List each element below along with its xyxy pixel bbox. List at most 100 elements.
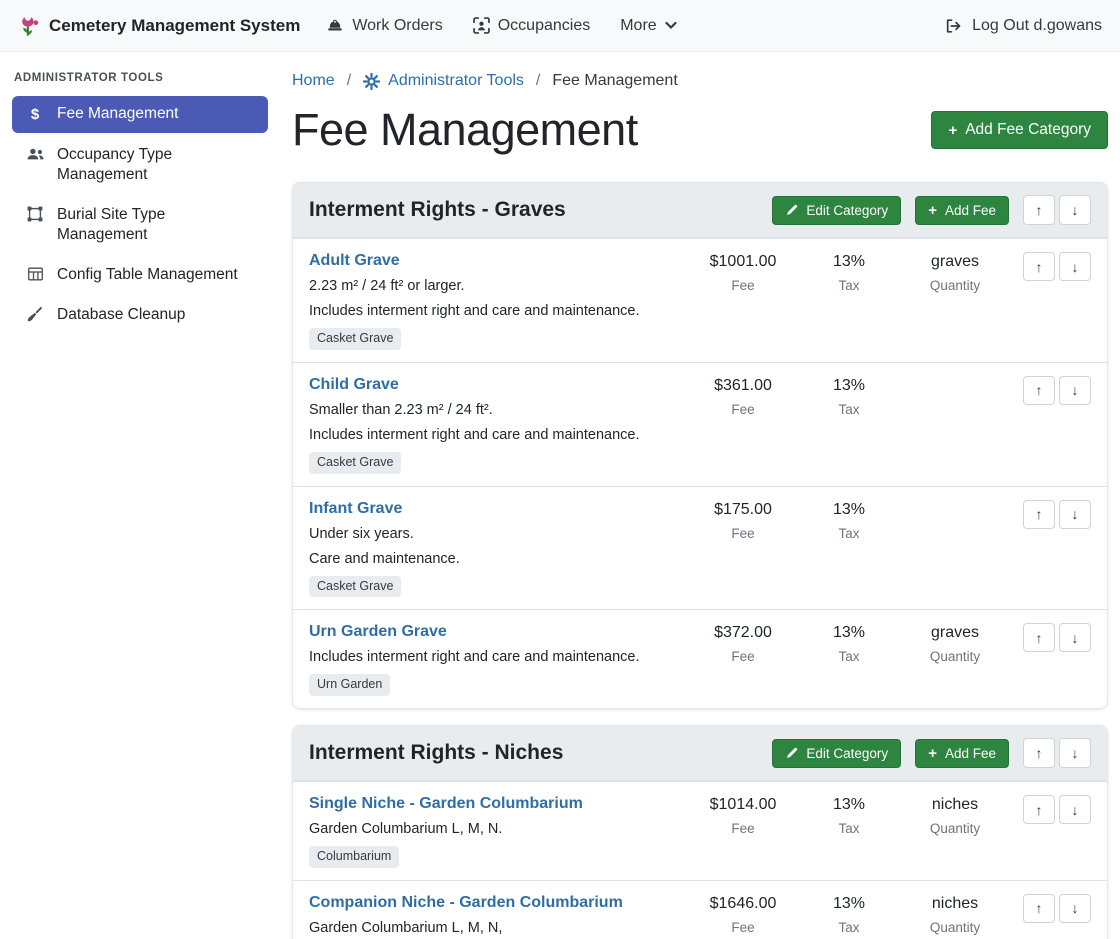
fee-amount: $1001.00 xyxy=(687,252,799,272)
arrow-up-icon: ↑ xyxy=(1036,631,1043,645)
fee-move-up-button[interactable]: ↑ xyxy=(1023,252,1055,281)
app-title: Cemetery Management System xyxy=(49,16,300,36)
fee-amount: $1646.00 xyxy=(687,894,799,914)
add-fee-button[interactable]: + Add Fee xyxy=(915,196,1009,225)
fee-move-down-button[interactable]: ↓ xyxy=(1059,376,1091,405)
fee-amount: $372.00 xyxy=(687,623,799,643)
sidebar-item-occupancy-type-management[interactable]: Occupancy Type Management xyxy=(12,137,268,193)
breadcrumb-current: Fee Management xyxy=(552,72,677,90)
fee-move-down-button[interactable]: ↓ xyxy=(1059,500,1091,529)
edit-category-button[interactable]: Edit Category xyxy=(772,739,901,768)
breadcrumb-home-link[interactable]: Home xyxy=(292,72,335,90)
page-title: Fee Management xyxy=(292,104,638,156)
fee-description: Smaller than 2.23 m² / 24 ft². xyxy=(309,400,687,420)
table-icon xyxy=(24,266,46,282)
category-move-up-button[interactable]: ↑ xyxy=(1023,195,1055,225)
sidebar-item-fee-management[interactable]: $ Fee Management xyxy=(12,96,268,133)
main-content: Home / Administrator Tools xyxy=(280,52,1120,939)
arrow-up-icon: ↑ xyxy=(1036,260,1043,274)
fee-quantity-unit: niches xyxy=(899,894,1011,914)
tax-label: Tax xyxy=(799,821,899,836)
breadcrumb-admin-tools-link[interactable]: Administrator Tools xyxy=(363,72,524,90)
tax-label: Tax xyxy=(799,920,899,935)
fee-description: Includes interment right and care and ma… xyxy=(309,301,687,321)
fee-type-badge: Casket Grave xyxy=(309,328,401,350)
sidebar-item-label: Fee Management xyxy=(57,104,179,124)
fee-move-up-button[interactable]: ↑ xyxy=(1023,795,1055,824)
dollar-icon: $ xyxy=(24,105,46,125)
category-move-up-button[interactable]: ↑ xyxy=(1023,738,1055,768)
fee-move-up-button[interactable]: ↑ xyxy=(1023,376,1055,405)
gear-icon xyxy=(363,73,380,90)
top-navbar: Cemetery Management System Work Orders xyxy=(0,0,1120,52)
logout-label: Log Out d.gowans xyxy=(972,17,1102,35)
fee-move-down-button[interactable]: ↓ xyxy=(1059,252,1091,281)
fee-name-link[interactable]: Single Niche - Garden Columbarium xyxy=(309,794,583,814)
add-fee-button[interactable]: + Add Fee xyxy=(915,739,1009,768)
fee-amount: $175.00 xyxy=(687,500,799,520)
broom-icon xyxy=(24,306,46,322)
quantity-label: Quantity xyxy=(899,821,1011,836)
hardhat-icon xyxy=(326,18,344,34)
app-brand[interactable]: Cemetery Management System xyxy=(18,15,300,37)
fee-row: Infant Grave Under six years. Care and m… xyxy=(293,486,1107,610)
sidebar-item-database-cleanup[interactable]: Database Cleanup xyxy=(12,297,268,333)
fee-description: Under six years. xyxy=(309,524,687,544)
category-title: Interment Rights - Niches xyxy=(309,741,758,765)
fee-label: Fee xyxy=(687,278,799,293)
fee-move-down-button[interactable]: ↓ xyxy=(1059,894,1091,923)
category-header: Interment Rights - Graves Edit Category … xyxy=(293,183,1107,238)
fee-move-up-button[interactable]: ↑ xyxy=(1023,894,1055,923)
fee-label: Fee xyxy=(687,649,799,664)
fee-tax-column: 13% Tax xyxy=(799,375,899,417)
fee-row: Urn Garden Grave Includes interment righ… xyxy=(293,609,1107,708)
fee-quantity-unit: niches xyxy=(899,795,1011,815)
fee-tax: 13% xyxy=(799,795,899,815)
fee-type-badge: Casket Grave xyxy=(309,452,401,474)
sidebar-item-burial-site-type-management[interactable]: Burial Site Type Management xyxy=(12,197,268,253)
fee-label: Fee xyxy=(687,526,799,541)
tax-label: Tax xyxy=(799,402,899,417)
nav-work-orders[interactable]: Work Orders xyxy=(326,17,442,35)
fee-name-link[interactable]: Child Grave xyxy=(309,375,399,395)
plus-icon: + xyxy=(928,746,937,761)
fee-name-link[interactable]: Companion Niche - Garden Columbarium xyxy=(309,893,623,913)
nav-more[interactable]: More xyxy=(620,17,676,35)
nav-occupancies[interactable]: Occupancies xyxy=(473,17,591,35)
fee-move-up-button[interactable]: ↑ xyxy=(1023,623,1055,652)
fee-tax: 13% xyxy=(799,623,899,643)
fee-tax-column: 13% Tax xyxy=(799,794,899,836)
quantity-label: Quantity xyxy=(899,649,1011,664)
breadcrumb-separator: / xyxy=(347,72,351,90)
fee-move-up-button[interactable]: ↑ xyxy=(1023,500,1055,529)
fee-move-down-button[interactable]: ↓ xyxy=(1059,795,1091,824)
category-move-down-button[interactable]: ↓ xyxy=(1059,738,1091,768)
fee-amount-column: $1001.00 Fee xyxy=(687,251,799,293)
arrow-down-icon: ↓ xyxy=(1072,203,1079,217)
chevron-down-icon xyxy=(665,21,677,30)
logout-link[interactable]: Log Out d.gowans xyxy=(944,17,1102,35)
fee-name-link[interactable]: Infant Grave xyxy=(309,499,402,519)
fee-row: Single Niche - Garden Columbarium Garden… xyxy=(293,781,1107,880)
fee-quantity-column: graves Quantity xyxy=(899,622,1011,664)
add-fee-category-button[interactable]: + Add Fee Category xyxy=(931,111,1108,149)
plus-icon: + xyxy=(948,123,957,138)
vector-square-icon xyxy=(24,206,46,222)
users-icon xyxy=(24,146,46,162)
tulip-logo-icon xyxy=(18,15,40,37)
sidebar-item-config-table-management[interactable]: Config Table Management xyxy=(12,257,268,293)
fee-amount-column: $372.00 Fee xyxy=(687,622,799,664)
tax-label: Tax xyxy=(799,526,899,541)
fee-move-down-button[interactable]: ↓ xyxy=(1059,623,1091,652)
fee-name-link[interactable]: Urn Garden Grave xyxy=(309,622,447,642)
edit-category-button[interactable]: Edit Category xyxy=(772,196,901,225)
arrow-down-icon: ↓ xyxy=(1072,383,1079,397)
fee-amount-column: $1014.00 Fee xyxy=(687,794,799,836)
pencil-icon xyxy=(785,747,798,760)
fee-amount-column: $1646.00 Fee xyxy=(687,893,799,935)
fee-row: Adult Grave 2.23 m² / 24 ft² or larger. … xyxy=(293,238,1107,362)
sidebar-item-label: Occupancy Type Management xyxy=(57,145,256,185)
fee-name-link[interactable]: Adult Grave xyxy=(309,251,400,271)
category-move-down-button[interactable]: ↓ xyxy=(1059,195,1091,225)
fee-tax: 13% xyxy=(799,252,899,272)
